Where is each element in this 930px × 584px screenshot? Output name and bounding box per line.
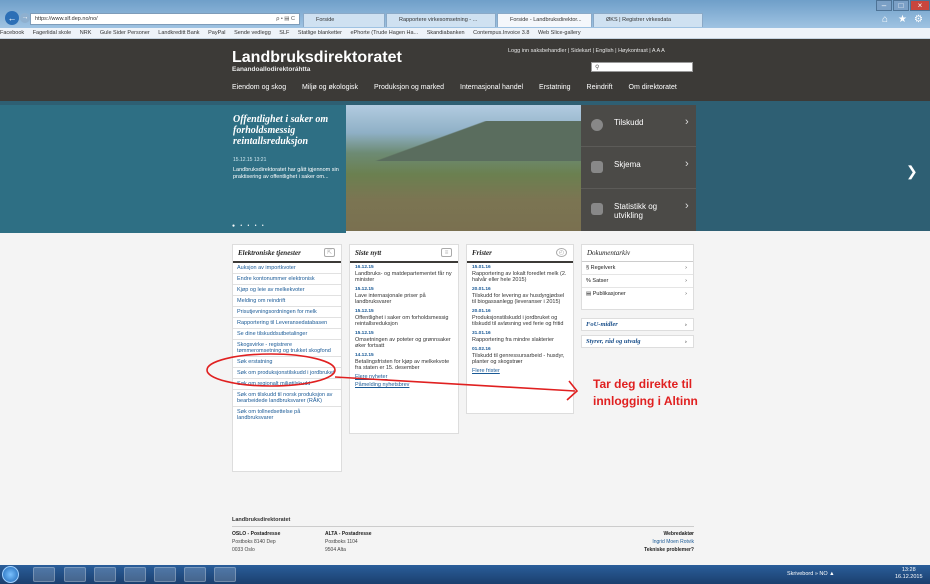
annotation-text: Tar deg direkte til innlogging i Altinn	[593, 377, 698, 408]
highlight-ellipse	[206, 353, 336, 387]
clock[interactable]: 13:28 16.12.2015	[895, 567, 923, 581]
windows-taskbar: Skrivebord » NO ▲ 13:28 16.12.2015	[0, 565, 930, 584]
system-tray[interactable]: Skrivebord » NO ▲	[787, 571, 835, 577]
clock-time: 13:28	[901, 567, 916, 573]
footer-heading: OSLO - Postadresse	[232, 531, 281, 537]
footer-heading: ALTA - Postadresse	[325, 531, 372, 537]
webeditor-link[interactable]: Ingrid Moen Rotvik	[604, 538, 694, 546]
explorer-taskbar-icon[interactable]	[94, 567, 116, 582]
footer-name: Landbruksdirektoratet	[232, 517, 291, 523]
start-button[interactable]	[2, 566, 19, 583]
footer-heading: Webredaktør	[663, 531, 694, 537]
footer-contact: Webredaktør Ingrid Moen Rotvik Tekniske …	[604, 530, 694, 554]
annotation-overlay	[206, 353, 579, 401]
site-footer: Landbruksdirektoratet OSLO - Postadresse…	[0, 512, 930, 565]
ie-taskbar-icon[interactable]	[33, 567, 55, 582]
tech-problems-label: Tekniske problemer?	[644, 547, 694, 553]
footer-line: Postboks 1104	[325, 539, 358, 545]
footer-line: 0033 Oslo	[232, 547, 255, 553]
footer-oslo: OSLO - Postadresse Postboks 8140 Dep 003…	[232, 530, 280, 554]
annotation-arrow	[334, 376, 576, 392]
footer-line: 9504 Alta	[325, 547, 346, 553]
clock-date: 16.12.2015	[895, 574, 923, 580]
footer-line: Postboks 8140 Dep	[232, 539, 276, 545]
footer-alta: ALTA - Postadresse Postboks 1104 9504 Al…	[325, 530, 372, 554]
footer-divider	[232, 526, 694, 527]
app-taskbar-icon[interactable]	[64, 567, 86, 582]
outlook-taskbar-icon[interactable]	[124, 567, 146, 582]
pdf-taskbar-icon[interactable]	[214, 567, 236, 582]
word-taskbar-icon[interactable]	[154, 567, 176, 582]
project-taskbar-icon[interactable]	[184, 567, 206, 582]
